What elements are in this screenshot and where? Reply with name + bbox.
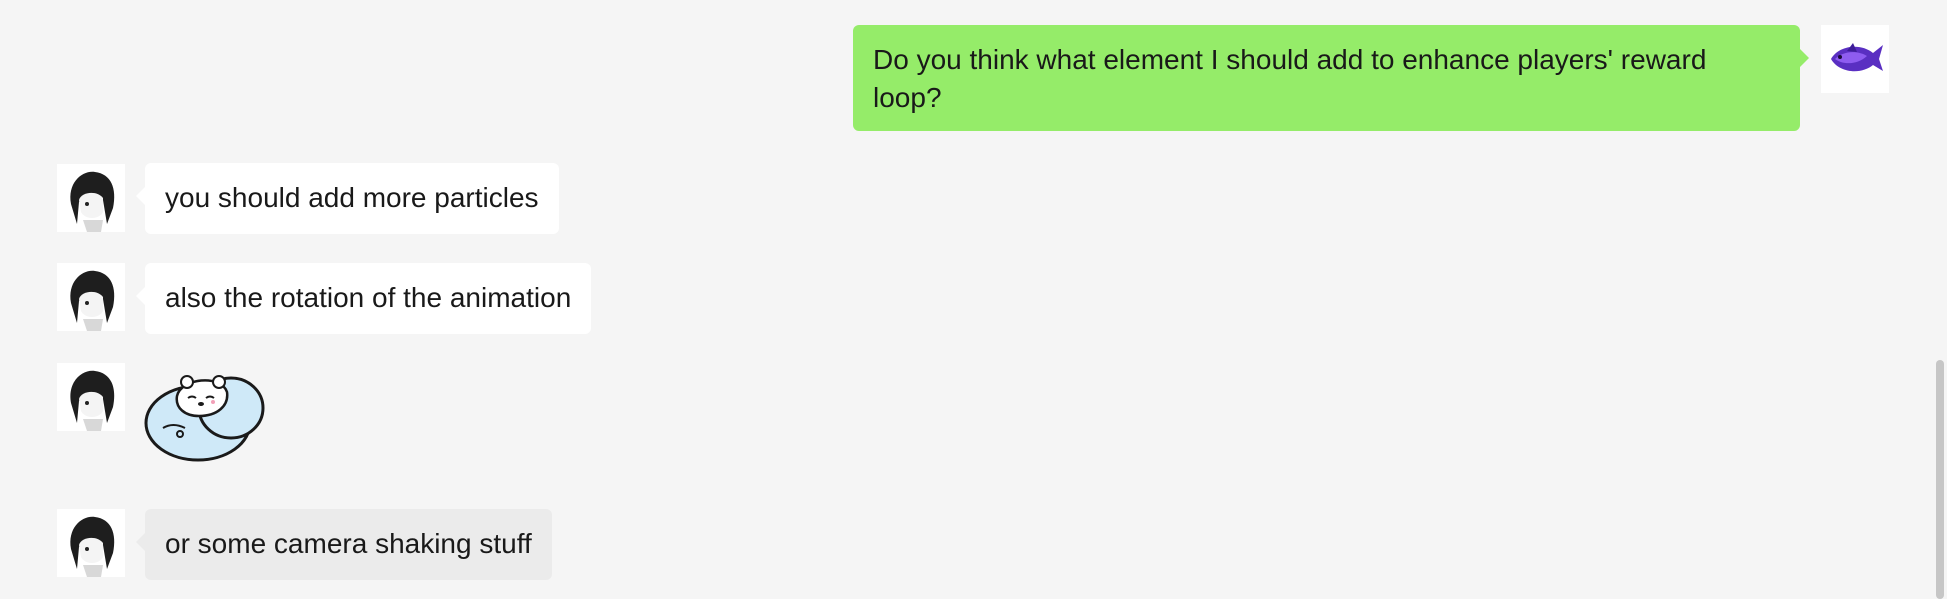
purple-fish-icon (1821, 25, 1889, 93)
message-text: you should add more particles (165, 182, 539, 213)
message-text: also the rotation of the animation (165, 282, 572, 313)
message-bubble-outgoing[interactable]: Do you think what element I should add t… (853, 25, 1809, 131)
contact-avatar[interactable] (57, 164, 125, 232)
message-text: or some camera shaking stuff (165, 528, 532, 559)
message-text: Do you think what element I should add t… (873, 44, 1707, 113)
chat-message-list[interactable]: Do you think what element I should add t… (0, 0, 1947, 599)
anime-girl-icon (57, 363, 125, 431)
contact-avatar[interactable] (57, 263, 125, 331)
scrollbar-thumb[interactable] (1936, 360, 1944, 599)
contact-avatar[interactable] (57, 509, 125, 577)
message-bubble-incoming[interactable]: you should add more particles (136, 163, 559, 234)
contact-avatar[interactable] (57, 363, 125, 431)
scrollbar[interactable] (1933, 0, 1947, 599)
anime-girl-icon (57, 164, 125, 232)
message-bubble-incoming[interactable]: or some camera shaking stuff (136, 509, 552, 580)
my-avatar[interactable] (1821, 25, 1889, 93)
message-bubble-incoming[interactable]: also the rotation of the animation (135, 263, 592, 334)
anime-girl-icon (57, 509, 125, 577)
anime-girl-icon (57, 263, 125, 331)
sleeping-hamster-icon (144, 375, 265, 462)
sleeping-hamster-sticker[interactable] (143, 366, 267, 466)
